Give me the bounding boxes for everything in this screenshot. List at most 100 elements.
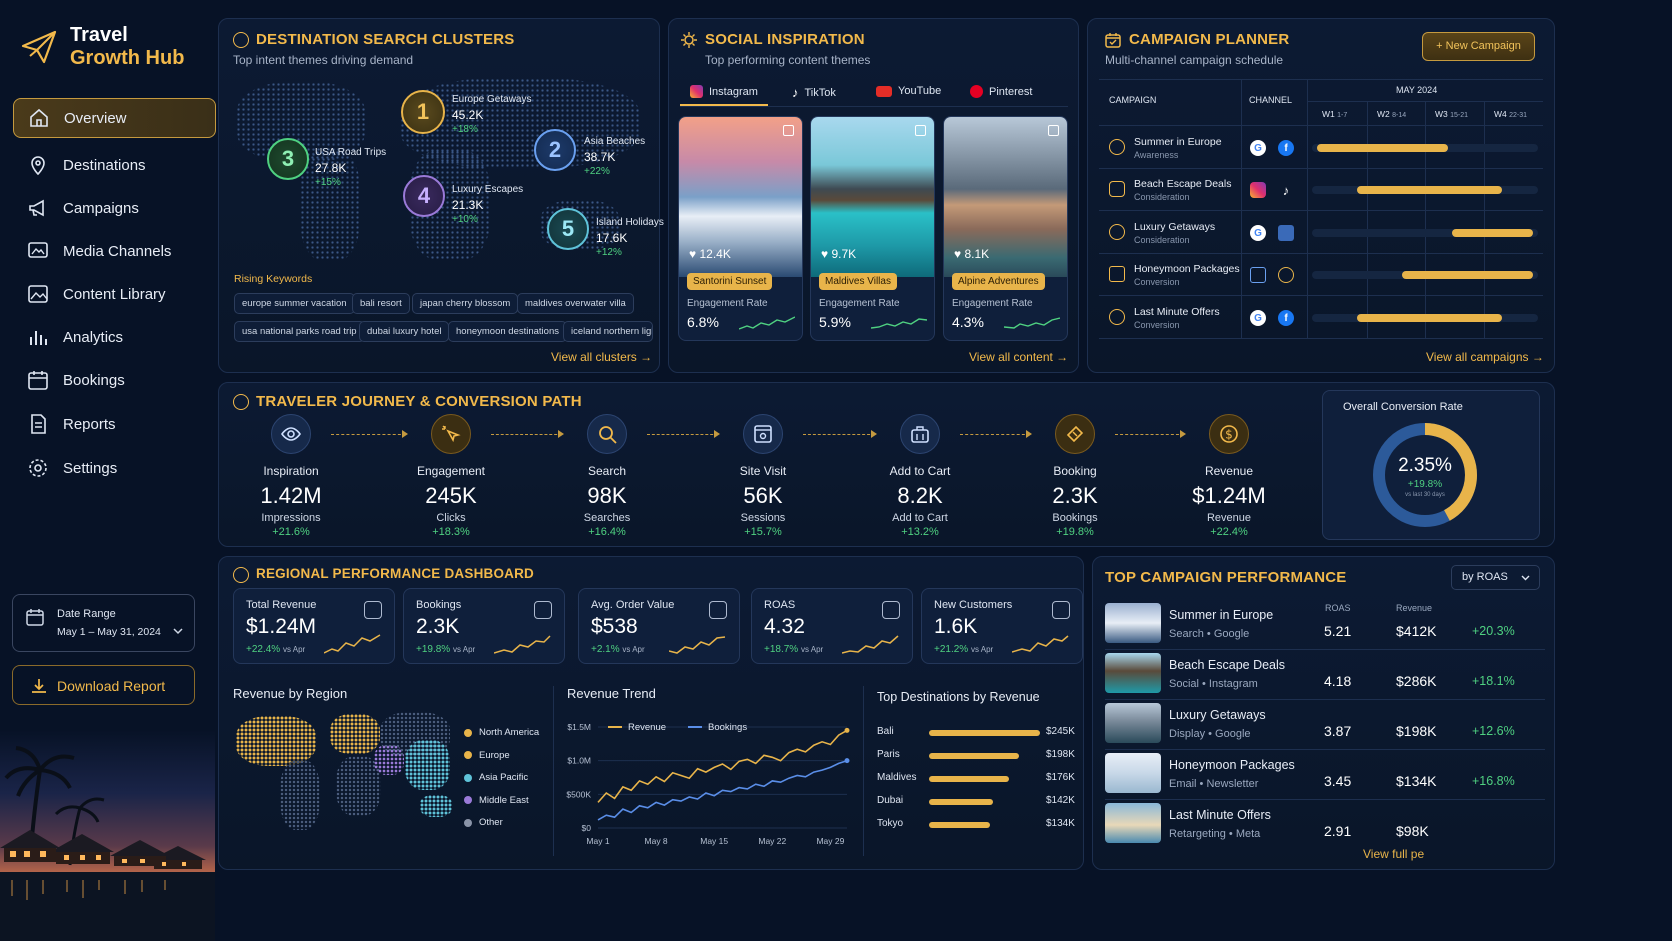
view-all-clusters-link[interactable]: View all clusters →	[551, 350, 652, 364]
kpi-card-avg-order-value[interactable]: Avg. Order Value $538 +2.1% vs Apr	[578, 588, 740, 664]
view-all-content-link[interactable]: View all content →	[969, 350, 1068, 364]
new-campaign-button[interactable]: + New Campaign	[1422, 32, 1535, 61]
content-card[interactable]: ♥ 12.4K Santorini Sunset Engagement Rate…	[678, 116, 803, 341]
download-icon	[32, 679, 46, 693]
keyword-chip[interactable]: usa national parks road trip	[234, 321, 365, 342]
step-name: Search	[587, 464, 627, 478]
x-tick-label: May 22	[758, 836, 786, 846]
journey-step-inspiration[interactable]: Inspiration 1.42M Impressions +21.6%	[226, 414, 356, 538]
kpi-value: 1.6K	[934, 615, 978, 638]
journey-step-search[interactable]: Search 98K Searches +16.4%	[542, 414, 672, 538]
keyword-chip[interactable]: bali resort	[352, 293, 410, 314]
sidebar-item-reports[interactable]: Reports	[13, 404, 216, 444]
kpi-label: Bookings	[416, 599, 462, 611]
journey-step-site-visit[interactable]: Site Visit 56K Sessions +15.7%	[698, 414, 828, 538]
bar-category-label: Tokyo	[877, 818, 904, 829]
content-card[interactable]: ♥ 8.1K Alpine Adventures Engagement Rate…	[943, 116, 1068, 341]
series-end-point	[844, 758, 850, 764]
save-icon[interactable]	[1048, 125, 1059, 136]
content-card[interactable]: ♥ 9.7K Maldives Villas Engagement Rate 5…	[810, 116, 935, 341]
step-change: +16.4%	[588, 526, 626, 538]
home-icon	[28, 107, 50, 129]
journey-step-revenue[interactable]: $ Revenue $1.24M Revenue +22.4%	[1164, 414, 1294, 538]
overall-conversion-change: +19.8%	[1407, 479, 1443, 490]
bar-paris	[929, 753, 1019, 759]
sidebar-item-analytics[interactable]: Analytics	[13, 317, 216, 357]
keyword-chip[interactable]: europe summer vacation	[234, 293, 355, 314]
sidebar-item-settings[interactable]: Settings	[13, 448, 216, 488]
kpi-change: +19.8% vs Apr	[416, 644, 476, 655]
keyword-chip[interactable]: honeymoon destinations	[448, 321, 567, 342]
campaign-schedule-bar[interactable]	[1357, 314, 1502, 322]
sidebar-item-content-library[interactable]: Content Library	[13, 274, 216, 314]
sidebar-item-bookings[interactable]: Bookings	[13, 360, 216, 400]
save-icon[interactable]	[915, 125, 926, 136]
save-icon[interactable]	[783, 125, 794, 136]
cluster-marker-1[interactable]: 1	[401, 90, 445, 134]
sidebar-item-label: Bookings	[63, 371, 125, 389]
overall-conversion-card: Overall Conversion Rate 2.35% +19.8% vs …	[1322, 390, 1540, 540]
campaign-roas: 5.21	[1324, 623, 1352, 639]
journey-step-booking[interactable]: Booking 2.3K Bookings +19.8%	[1010, 414, 1140, 538]
step-unit: Searches	[583, 512, 631, 524]
tab-instagram[interactable]: Instagram	[690, 85, 758, 98]
journey-step-add-to-cart[interactable]: Add to Cart 8.2K Add to Cart +13.2%	[855, 414, 985, 538]
card-likes: ♥ 8.1K	[954, 247, 990, 261]
campaign-channel: Email • Newsletter	[1169, 778, 1259, 790]
tab-tiktok[interactable]: ♪ TikTok	[792, 85, 836, 100]
journey-step-engagement[interactable]: Engagement 245K Clicks +18.3%	[386, 414, 516, 538]
date-range-picker[interactable]: Date Range May 1 – May 31, 2024	[12, 594, 195, 652]
tiktok-icon: ♪	[792, 85, 799, 100]
tab-pinterest[interactable]: Pinterest	[970, 85, 1032, 98]
cluster-label-5: Island Holidays 17.6K +12%	[596, 217, 664, 258]
date-range-value: May 1 – May 31, 2024	[57, 626, 161, 638]
cluster-label-2: Asia Beaches 38.7K +22%	[584, 136, 646, 177]
keyword-chip[interactable]: iceland northern ligh	[563, 321, 653, 342]
tab-youtube[interactable]: YouTube	[876, 85, 941, 97]
legend-swatch	[464, 751, 472, 759]
kpi-card-roas[interactable]: ROAS 4.32 +18.7% vs Apr	[751, 588, 913, 664]
campaign-schedule-bar[interactable]	[1402, 271, 1534, 279]
sidebar-item-label: Analytics	[63, 328, 124, 346]
cluster-marker-5[interactable]: 5	[547, 208, 589, 250]
kpi-card-total-revenue[interactable]: Total Revenue $1.24M +22.4% vs Apr	[233, 588, 395, 664]
campaign-schedule-bar[interactable]	[1357, 186, 1502, 194]
kpi-sparkline	[669, 636, 726, 654]
download-report-label: Download Report	[57, 678, 166, 694]
kpi-card-new-customers[interactable]: New Customers 1.6K +21.2% vs Apr	[921, 588, 1083, 664]
sidebar-item-campaigns[interactable]: Campaigns	[13, 188, 216, 228]
campaign-name: Last Minute Offers	[1169, 808, 1271, 822]
cluster-marker-3[interactable]: 3	[267, 138, 309, 180]
kpi-sparkline	[494, 635, 551, 654]
campaign-schedule-bar[interactable]	[1452, 229, 1534, 237]
keyword-chip[interactable]: maldives overwater villa	[517, 293, 634, 314]
facebook-icon: f	[1278, 140, 1294, 156]
paper-plane-logo-icon	[21, 30, 57, 64]
facebook-icon: f	[1278, 310, 1294, 326]
search-icon	[587, 414, 627, 454]
app-title-line2: Growth Hub	[70, 47, 185, 69]
sidebar-item-label: Content Library	[63, 285, 166, 303]
card-likes: ♥ 9.7K	[821, 247, 857, 261]
keyword-chip[interactable]: japan cherry blossom	[412, 293, 519, 314]
legend-swatch	[464, 728, 472, 737]
sidebar-item-overview[interactable]: Overview	[13, 98, 216, 138]
campaign-schedule-bar[interactable]	[1316, 144, 1448, 152]
cluster-marker-4[interactable]: 4	[403, 175, 445, 217]
kpi-card-bookings[interactable]: Bookings 2.3K +19.8% vs Apr	[403, 588, 565, 664]
bag-icon	[900, 414, 940, 454]
cluster-marker-2[interactable]: 2	[534, 129, 576, 171]
y-tick-label: $0	[582, 823, 592, 833]
social-title: SOCIAL INSPIRATION	[705, 31, 865, 48]
card-tag: Maldives Villas	[819, 273, 897, 290]
at-icon	[1278, 267, 1294, 283]
sidebar-item-media-channels[interactable]: Media Channels	[13, 231, 216, 271]
keyword-chip[interactable]: dubai luxury hotel	[359, 321, 450, 342]
sort-dropdown[interactable]: by ROAS	[1451, 565, 1540, 590]
download-report-button[interactable]: Download Report	[12, 665, 195, 705]
view-full-performance-link[interactable]: View full pe	[1363, 847, 1424, 861]
sidebar-item-destinations[interactable]: Destinations	[13, 145, 216, 185]
campaign-channel: Social • Instagram	[1169, 678, 1258, 690]
view-all-campaigns-link[interactable]: View all campaigns →	[1426, 350, 1544, 364]
campaign-name: Beach Escape Deals Consideration	[1134, 178, 1232, 202]
